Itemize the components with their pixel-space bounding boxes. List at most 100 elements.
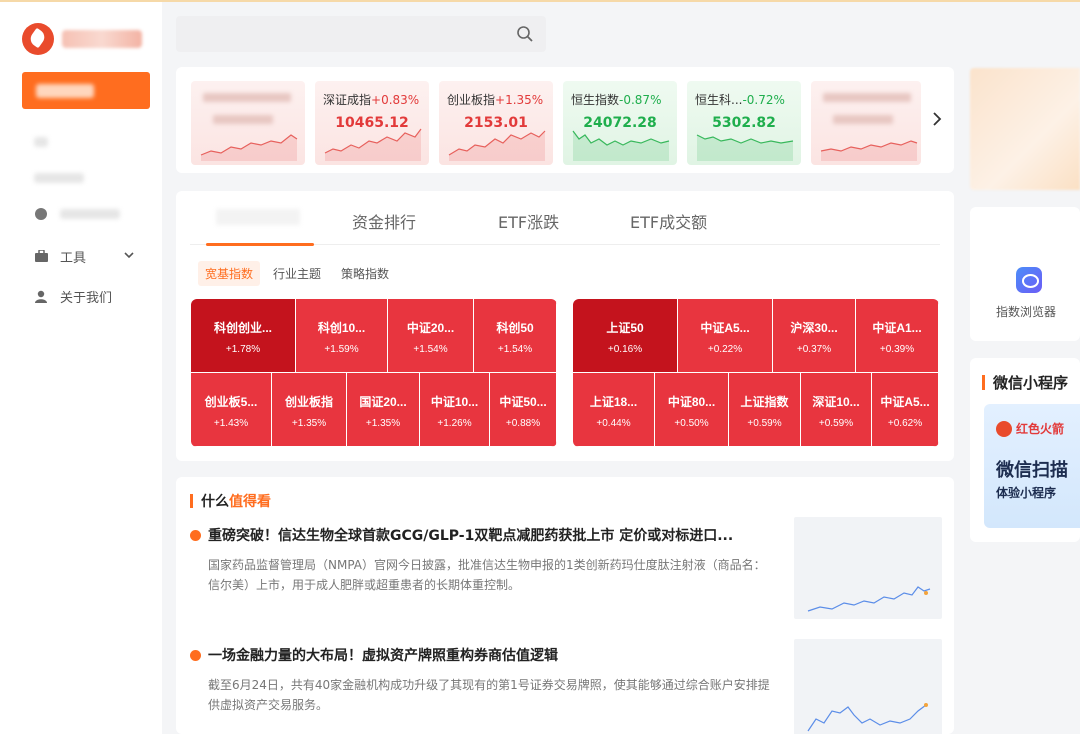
tab-etf-change[interactable]: ETF涨跌	[498, 209, 559, 233]
heatmap-cell-name: 中证50...	[499, 395, 547, 409]
heatmap-cell[interactable]: 中证A1... +0.39%	[856, 299, 939, 373]
heatmap-cell-pct: +1.35%	[365, 418, 401, 429]
news-panel: 什么 值得看 重磅突破！信达生物全球首款GCG/GLP-1双靶点减肥药获批上市 定…	[176, 477, 954, 734]
sidebar-item-about[interactable]: 关于我们	[34, 286, 112, 306]
sidebar-item-blurred-3[interactable]	[34, 204, 120, 224]
ticker-sparkline	[820, 140, 918, 161]
news-headline[interactable]: 重磅突破！信达生物全球首款GCG/GLP-1双靶点减肥药获批上市 定价或对标进口…	[208, 525, 733, 545]
index-ticker-card[interactable]: 恒生科...-0.72% 5302.82	[687, 81, 801, 165]
ticker-sparkline	[448, 130, 546, 161]
news-thumbnail-chart[interactable]	[794, 639, 942, 734]
chevron-down-icon[interactable]	[124, 248, 134, 262]
heatmap-cell[interactable]: 创业板指 +1.35%	[272, 373, 347, 447]
heatmap-cell[interactable]: 中证50... +0.88%	[490, 373, 557, 447]
sidebar-item-blurred-2[interactable]	[34, 168, 84, 188]
index-ticker-card[interactable]	[191, 81, 305, 165]
subtab-strategy[interactable]: 策略指数	[334, 261, 396, 286]
rocket-logo-icon	[996, 420, 1012, 437]
heatmap-cell[interactable]: 创业板5... +1.43%	[191, 373, 272, 447]
subtab-broad-index[interactable]: 宽基指数	[198, 261, 261, 286]
heatmap-cell-name: 中证20...	[406, 321, 455, 335]
ticker-name: 恒生指数-0.87%	[571, 93, 662, 107]
heatmap-cell[interactable]: 上证指数 +0.59%	[729, 373, 801, 447]
mini-headline: 微信扫描	[996, 460, 1068, 481]
heatmap-cell-pct: +1.54%	[413, 344, 448, 355]
heatmap-cell-pct: +0.37%	[796, 344, 832, 355]
heatmap-cell[interactable]: 中证A5... +0.62%	[872, 373, 939, 447]
index-ticker-card[interactable]: 恒生指数-0.87% 24072.28	[563, 81, 677, 165]
news-item[interactable]: 重磅突破！信达生物全球首款GCG/GLP-1双靶点减肥药获批上市 定价或对标进口…	[190, 525, 770, 595]
search-input[interactable]	[176, 16, 496, 52]
heatmap-cell[interactable]: 科创50 +1.54%	[474, 299, 557, 373]
heatmap-left: 科创创业... +1.78% 科创10... +1.59% 中证20... +1.54% 科…	[191, 299, 557, 447]
heatmap-cell-name: 中证A1...	[872, 321, 922, 335]
index-ticker-strip: 深证成指+0.83% 10465.12 创业板指+1.35% 2153.01 恒生指数-…	[176, 67, 954, 173]
heatmap-cell-name: 沪深30...	[790, 321, 838, 335]
heatmap-cell-pct: +1.43%	[213, 418, 249, 429]
news-thumbnail-chart[interactable]	[794, 517, 942, 619]
heatmap-cell[interactable]: 沪深30... +0.37%	[773, 299, 856, 373]
mini-brand: 红色火箭	[996, 420, 1064, 437]
heatmap-cell-pct: +0.39%	[879, 344, 915, 355]
subtab-industry[interactable]: 行业主题	[266, 261, 328, 286]
heatmap-cell-pct: +0.59%	[747, 418, 782, 429]
heatmap-cell[interactable]: 深证10... +0.59%	[801, 373, 872, 447]
news-section-title: 什么 值得看	[190, 491, 271, 511]
logo[interactable]	[22, 22, 152, 56]
news-item[interactable]: 一场金融力量的大布局！虚拟资产牌照重构券商估值逻辑 截至6月24日，共有40家金…	[190, 645, 770, 715]
subtabs: 宽基指数 行业主题 策略指数	[198, 261, 396, 286]
search-icon[interactable]	[516, 25, 534, 43]
heatmap-cell-name: 中证A5...	[700, 321, 750, 335]
mini-subline: 体验小程序	[996, 486, 1057, 500]
heatmap-cell-pct: +0.62%	[887, 418, 923, 429]
heatmap-cell[interactable]: 科创10... +1.59%	[296, 299, 388, 373]
heatmap-cell[interactable]: 上证50 +0.16%	[573, 299, 678, 373]
sidebar-item-blurred-1[interactable]	[34, 132, 48, 152]
sidebar-item-active[interactable]	[22, 72, 150, 109]
sidebar-item-tools[interactable]: 工具	[34, 246, 86, 266]
news-bullet-icon	[190, 649, 201, 661]
tab-fund-ranking[interactable]: 资金排行	[352, 209, 416, 233]
heatmap-cell[interactable]: 中证80... +0.50%	[655, 373, 729, 447]
people-icon	[34, 289, 48, 303]
heatmap-cell-pct: +0.50%	[674, 418, 709, 429]
heatmap-cell-name: 创业板5...	[204, 395, 258, 409]
ticker-sparkline	[324, 128, 422, 161]
tab-etf-volume[interactable]: ETF成交额	[630, 209, 707, 233]
heatmap-cell[interactable]: 国证20... +1.35%	[347, 373, 420, 447]
index-browser-icon[interactable]	[1016, 267, 1042, 293]
heatmap-cell[interactable]: 上证18... +0.44%	[573, 373, 655, 447]
next-arrow-icon[interactable]	[932, 111, 942, 130]
heatmap-cell[interactable]: 中证10... +1.26%	[420, 373, 490, 447]
news-headline[interactable]: 一场金融力量的大布局！虚拟资产牌照重构券商估值逻辑	[208, 645, 558, 665]
ticker-change: -0.72%	[742, 93, 785, 107]
tool-label[interactable]: 指数浏览器	[996, 303, 1056, 320]
promo-banner-blurred[interactable]	[970, 68, 1080, 190]
sidebar-item-label: 工具	[60, 250, 87, 266]
heatmap-cell-name: 科创10...	[317, 321, 366, 335]
index-ticker-card[interactable]	[811, 81, 921, 165]
sidebar-item-label: 关于我们	[60, 290, 113, 306]
ticker-change: +1.35%	[495, 93, 544, 107]
heatmap-cell-name: 中证80...	[667, 395, 716, 409]
search-box	[176, 16, 546, 52]
mini-program-qr-banner[interactable]: 红色火箭 微信扫描 体验小程序	[984, 404, 1080, 528]
heatmap-cell-name: 上证18...	[589, 395, 638, 409]
heatmap-cell[interactable]: 中证A5... +0.22%	[678, 299, 773, 373]
index-ticker-card[interactable]: 创业板指+1.35% 2153.01	[439, 81, 553, 165]
mini-program-card: 微信小程序 红色火箭 微信扫描 体验小程序	[970, 358, 1080, 542]
heatmap-cell-pct: +1.54%	[497, 344, 533, 355]
ticker-name: 创业板指+1.35%	[447, 93, 544, 107]
tab-active-underline	[206, 243, 314, 246]
ticker-sparkline	[200, 134, 298, 161]
heatmap-cell-name: 深证10...	[812, 395, 860, 409]
rocket-logo-icon	[22, 23, 54, 55]
index-ticker-card[interactable]: 深证成指+0.83% 10465.12	[315, 81, 429, 165]
ticker-change: +0.83%	[371, 93, 420, 107]
heatmap-right: 上证50 +0.16% 中证A5... +0.22% 沪深30... +0.37% 中证A1…	[573, 299, 939, 447]
globe-icon	[34, 207, 48, 221]
heatmap-cell[interactable]: 中证20... +1.54%	[388, 299, 474, 373]
heatmap-cell[interactable]: 科创创业... +1.78%	[191, 299, 296, 373]
ranking-tabs: 资金排行 ETF涨跌 ETF成交额	[190, 191, 940, 246]
tab-active-blurred[interactable]	[216, 209, 300, 225]
